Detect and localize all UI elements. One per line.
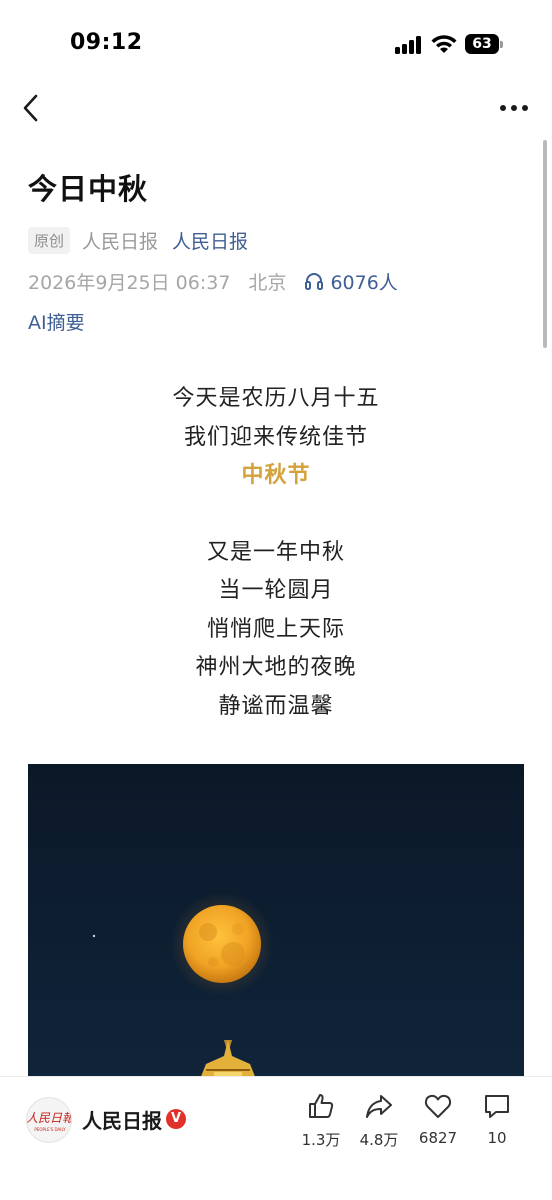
article-image-moon[interactable] xyxy=(28,764,524,1084)
like-count: 1.3万 xyxy=(301,1131,341,1149)
status-time: 09:12 xyxy=(70,30,143,55)
original-tag: 原创 xyxy=(28,226,71,254)
battery-level: 63 xyxy=(465,34,499,54)
ai-summary-link[interactable]: AI摘要 xyxy=(28,308,85,335)
thumbs-up-icon xyxy=(309,1094,334,1118)
favorite-button[interactable]: 6827 xyxy=(408,1091,468,1151)
headphones-icon xyxy=(305,273,324,290)
listener-count: 6076人 xyxy=(330,271,398,294)
bottom-action-bar: 人民日報 PEOPLE'S DAILY 人民日报 V 1.3万 4.8万 682… xyxy=(0,1076,552,1200)
publish-location: 北京 xyxy=(248,271,287,294)
article-source: 人民日报 xyxy=(82,230,159,253)
share-arrow-icon xyxy=(366,1095,392,1118)
article-title: 今日中秋 xyxy=(28,172,149,206)
publish-info: 2026年9月25日 06:37 北京 6076人 xyxy=(28,267,398,295)
comment-count: 10 xyxy=(487,1129,507,1147)
share-count: 4.8万 xyxy=(359,1131,399,1149)
bottom-author-name[interactable]: 人民日报 xyxy=(82,1105,162,1134)
comment-icon xyxy=(485,1095,509,1118)
poem-line: 我们迎来传统佳节 xyxy=(183,424,368,450)
wifi-icon xyxy=(431,35,457,53)
scrollbar[interactable] xyxy=(543,140,547,348)
author-link[interactable]: 人民日报 xyxy=(172,227,248,254)
listen-button[interactable]: 6076人 xyxy=(304,268,398,295)
svg-text:人民日報: 人民日報 xyxy=(27,1111,72,1125)
cellular-signal-icon xyxy=(395,36,423,54)
poem-line: 今天是农历八月十五 xyxy=(172,386,380,411)
poem-highlight: 中秋节 xyxy=(241,463,311,488)
svg-text:PEOPLE'S DAILY: PEOPLE'S DAILY xyxy=(34,1127,66,1132)
publish-date: 2026年9月25日 06:37 xyxy=(28,271,231,294)
moon-photo xyxy=(28,764,524,1084)
poem-line: 当一轮圆月 xyxy=(218,578,334,603)
favorite-count: 6827 xyxy=(418,1129,458,1147)
status-bar: 09:12 63 xyxy=(0,0,552,88)
heart-icon xyxy=(424,1094,452,1118)
back-chevron-icon[interactable] xyxy=(16,90,50,126)
comment-button[interactable]: 10 xyxy=(467,1091,527,1151)
people-daily-logo-icon: 人民日報 PEOPLE'S DAILY xyxy=(27,1111,72,1132)
article-page: 09:12 63 今日中秋 原创 人民日报 人民日报 2026年9月25日 06… xyxy=(0,0,552,1200)
poem-line: 悄悄爬上天际 xyxy=(206,616,345,642)
share-button[interactable]: 4.8万 xyxy=(349,1091,409,1151)
poem-line: 神州大地的夜晚 xyxy=(195,655,357,680)
more-dots-icon[interactable] xyxy=(496,96,532,120)
battery-icon: 63 xyxy=(465,34,503,54)
article-body: 今天是农历八月十五 我们迎来传统佳节 中秋节 又是一年中秋 当一轮圆月 悄悄爬上… xyxy=(0,380,552,726)
poem-line: 静谧而温馨 xyxy=(218,693,334,719)
like-button[interactable]: 1.3万 xyxy=(291,1091,351,1151)
author-avatar[interactable]: 人民日報 PEOPLE'S DAILY xyxy=(26,1097,72,1143)
article-meta: 原创 人民日报 人民日报 xyxy=(28,226,248,254)
poem-line: 又是一年中秋 xyxy=(206,539,345,565)
verified-badge: V xyxy=(166,1109,186,1129)
